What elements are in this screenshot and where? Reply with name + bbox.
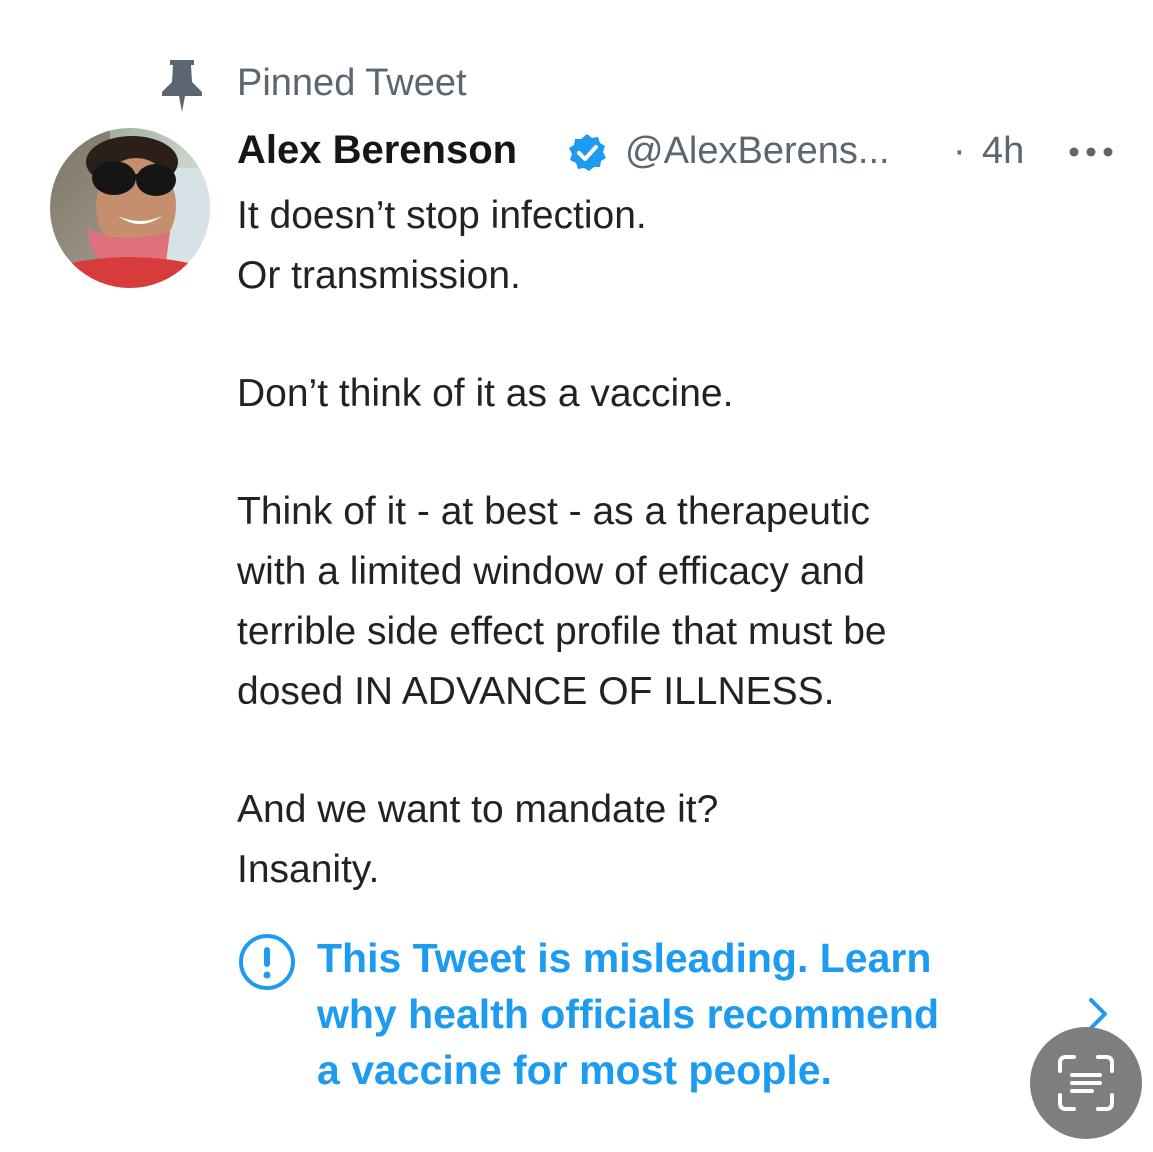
- tweet-line: Or transmission.: [237, 254, 521, 297]
- tweet-line: with a limited window of efficacy and: [237, 550, 865, 593]
- tweet-text: It doesn’t stop infection. Or transmissi…: [237, 186, 1097, 900]
- verified-badge-icon: [569, 134, 606, 171]
- tweet-line: Think of it - at best - as a therapeutic: [237, 490, 870, 533]
- avatar[interactable]: [50, 128, 210, 288]
- notice-line: a vaccine for most people.: [317, 1047, 832, 1093]
- tweet-line: Don’t think of it as a vaccine.: [237, 372, 734, 415]
- tweet-line: dosed IN ADVANCE OF ILLNESS.: [237, 670, 835, 713]
- live-text-scan-icon: [1058, 1055, 1114, 1111]
- notice-text: This Tweet is misleading. Learn why heal…: [317, 930, 1077, 1098]
- author-handle[interactable]: @AlexBerens...: [625, 130, 890, 173]
- avatar-photo: [50, 128, 210, 288]
- tweet-line: And we want to mandate it?: [237, 788, 719, 831]
- pin-icon: [162, 60, 202, 112]
- more-icon[interactable]: [1066, 140, 1116, 164]
- live-text-scan-button[interactable]: [1030, 1027, 1142, 1139]
- pinned-label: Pinned Tweet: [237, 62, 467, 104]
- timestamp[interactable]: 4h: [982, 130, 1024, 173]
- tweet-line: It doesn’t stop infection.: [237, 194, 647, 237]
- separator-dot: ·: [953, 130, 966, 172]
- notice-line: why health officials recommend: [317, 991, 939, 1037]
- tweet-line: Insanity.: [237, 848, 380, 891]
- exclamation-circle-icon: [239, 934, 295, 990]
- notice-line: This Tweet is misleading. Learn: [317, 935, 932, 981]
- misleading-notice[interactable]: This Tweet is misleading. Learn why heal…: [237, 930, 1137, 1110]
- tweet-line: terrible side effect profile that must b…: [237, 610, 887, 653]
- author-name[interactable]: Alex Berenson: [237, 128, 517, 173]
